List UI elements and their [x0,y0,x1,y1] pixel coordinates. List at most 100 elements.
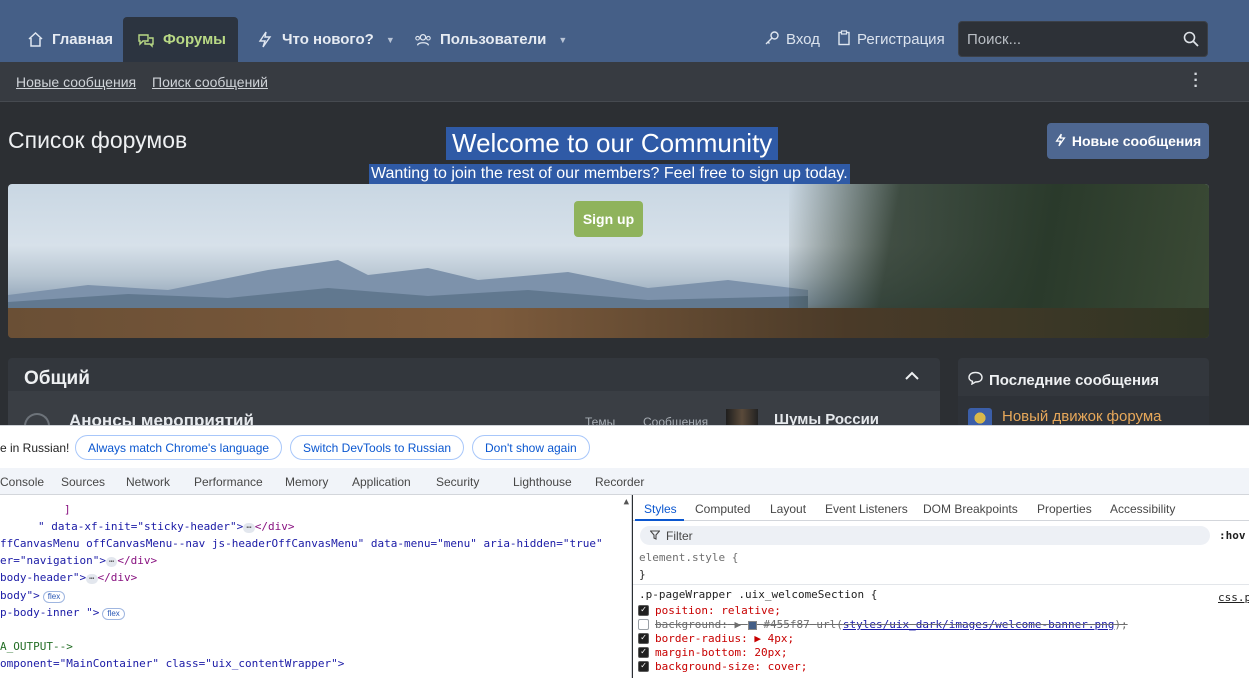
register-label: Регистрация [857,31,945,48]
elements-tree[interactable]: ▲ ] " data-xf-init="sticky-header"> ⋯ </di… [0,495,632,678]
tab-security[interactable]: Security [436,475,479,489]
search-posts-link[interactable]: Поиск сообщений [152,74,268,90]
login-link[interactable]: Вход [764,17,820,62]
style-prop-background[interactable]: background: ▶ #455f87 url(styles/uix_dar… [638,618,1128,631]
widget-title: Последние сообщения [968,371,1159,389]
tab-network[interactable]: Network [126,475,170,489]
welcome-title: Welcome to our Community [446,127,779,160]
latest-posts-widget: Последние сообщения Новый движок форума [958,358,1209,428]
nav-whats-new[interactable]: Что нового? ▼ [242,17,409,62]
category-title: Общий [24,368,90,389]
tab-dom-breakpoints[interactable]: DOM Breakpoints [923,502,1018,516]
checkbox-checked-icon[interactable]: ✓ [638,605,649,616]
nav-home-label: Главная [52,31,114,48]
tab-properties[interactable]: Properties [1037,502,1092,516]
checkbox-checked-icon[interactable]: ✓ [638,661,649,672]
nav-forums[interactable]: Форумы [123,17,238,62]
widget-title-label: Последние сообщения [989,371,1160,389]
dom-line[interactable]: omponent="MainContainer" class="uix_cont… [0,657,344,670]
widget-body: Новый движок форума [958,396,1209,428]
home-icon [26,31,44,49]
nav-members[interactable]: Пользователи ▼ [400,17,581,62]
sub-navigation: Новые сообщения Поиск сообщений · · · [0,62,1249,102]
ellipsis-badge[interactable]: ⋯ [243,523,255,533]
search-input[interactable] [959,30,1175,48]
tab-memory[interactable]: Memory [285,475,328,489]
tab-event-listeners[interactable]: Event Listeners [825,502,908,516]
checkbox-checked-icon[interactable]: ✓ [638,633,649,644]
tab-lighthouse[interactable]: Lighthouse [513,475,572,489]
tab-console[interactable]: Console [0,475,44,489]
background-url-link[interactable]: styles/uix_dark/images/welcome-banner.pn… [843,618,1115,631]
comment-icon [968,371,983,389]
dom-line[interactable]: body"> flex [0,589,66,603]
styles-pane: Styles Computed Layout Event Listeners D… [633,495,1249,678]
dom-line[interactable]: p-body-inner "> flex [0,606,125,620]
dom-line[interactable]: A_OUTPUT--> [0,640,73,653]
dom-line[interactable]: ] [64,503,71,516]
tab-computed[interactable]: Computed [695,502,750,516]
top-navigation: Главная Форумы Что нового? ▼ Пользовател… [0,0,1249,62]
foliage-image [8,308,1209,338]
forum-row[interactable]: Анонсы мероприятий Темы Сообщения Шумы Р… [8,391,940,445]
new-posts-button-label: Новые сообщения [1071,133,1202,149]
always-match-language-button[interactable]: Always match Chrome's language [75,435,283,460]
scroll-up-icon[interactable]: ▲ [624,497,629,507]
register-link[interactable]: Регистрация [837,17,945,62]
flex-badge[interactable]: flex [42,591,66,603]
ellipsis-badge[interactable]: ⋯ [86,574,98,584]
flex-badge[interactable]: flex [102,608,125,620]
tab-application[interactable]: Application [352,475,411,489]
rule-divider [633,584,1249,585]
infobar-message: e in Russian! [0,441,70,455]
style-prop-border-radius[interactable]: ✓ border-radius: ▶ 4px; [638,632,794,645]
checkbox-checked-icon[interactable]: ✓ [638,647,649,658]
devtools-panel-tabs: Console Sources Network Performance Memo… [0,468,1249,495]
latest-post-link[interactable]: Новый движок форума [1002,408,1162,425]
element-style-selector[interactable]: element.style { [639,551,738,564]
color-swatch[interactable] [747,620,757,630]
more-options-icon[interactable]: · · · [1191,67,1201,95]
search-icon[interactable] [1175,31,1207,47]
tab-styles[interactable]: Styles [644,502,677,516]
tab-sources[interactable]: Sources [61,475,105,489]
new-posts-link[interactable]: Новые сообщения [16,74,136,90]
styles-filter-input[interactable]: Filter [640,526,1210,545]
nav-home[interactable]: Главная [12,17,127,62]
signup-button[interactable]: Sign up [574,201,643,237]
bolt-icon [1055,133,1066,150]
dont-show-again-button[interactable]: Don't show again [472,435,590,460]
style-prop-position[interactable]: ✓ position: relative; [638,604,781,617]
welcome-subtitle: Wanting to join the rest of our members?… [369,164,850,184]
nav-whats-new-label: Что нового? [282,31,374,48]
ellipsis-badge[interactable]: ⋯ [105,557,118,567]
rule-selector[interactable]: .p-pageWrapper .uix_welcomeSection { [639,588,877,601]
filter-placeholder: Filter [666,528,693,543]
tab-performance[interactable]: Performance [194,475,263,489]
checkbox-unchecked-icon[interactable] [638,619,649,630]
style-prop-margin-bottom[interactable]: ✓ margin-bottom: 20px; [638,646,787,659]
users-icon [414,31,432,49]
bolt-icon [256,31,274,49]
tab-recorder[interactable]: Recorder [595,475,644,489]
style-prop-background-size[interactable]: ✓ background-size: cover; [638,660,807,673]
dom-line[interactable]: " data-xf-init="sticky-header"> ⋯ </div> [38,520,294,533]
dom-line[interactable]: er="navigation"> ⋯ </div> [0,554,157,567]
chevron-down-icon[interactable]: ▼ [558,35,567,45]
hov-toggle[interactable]: :hov [1219,529,1246,542]
devtools-language-infobar: e in Russian! Always match Chrome's lang… [0,425,1249,468]
tab-layout[interactable]: Layout [770,502,806,516]
element-style-close: } [639,568,646,581]
stylesheet-link[interactable]: css.p [1218,591,1249,604]
mountains-image [8,260,808,310]
chevron-down-icon[interactable]: ▼ [386,35,395,45]
clipboard-icon [837,29,851,50]
switch-devtools-language-button[interactable]: Switch DevTools to Russian [290,435,465,460]
chevron-up-icon[interactable] [904,368,920,384]
search-box [958,21,1208,57]
tab-accessibility[interactable]: Accessibility [1110,502,1175,516]
dom-line[interactable]: body-header"> ⋯ </div> [0,571,137,584]
dom-line[interactable]: ffCanvasMenu offCanvasMenu--nav js-heade… [0,537,603,550]
new-posts-button[interactable]: Новые сообщения [1047,123,1209,159]
active-tab-indicator [635,519,684,521]
